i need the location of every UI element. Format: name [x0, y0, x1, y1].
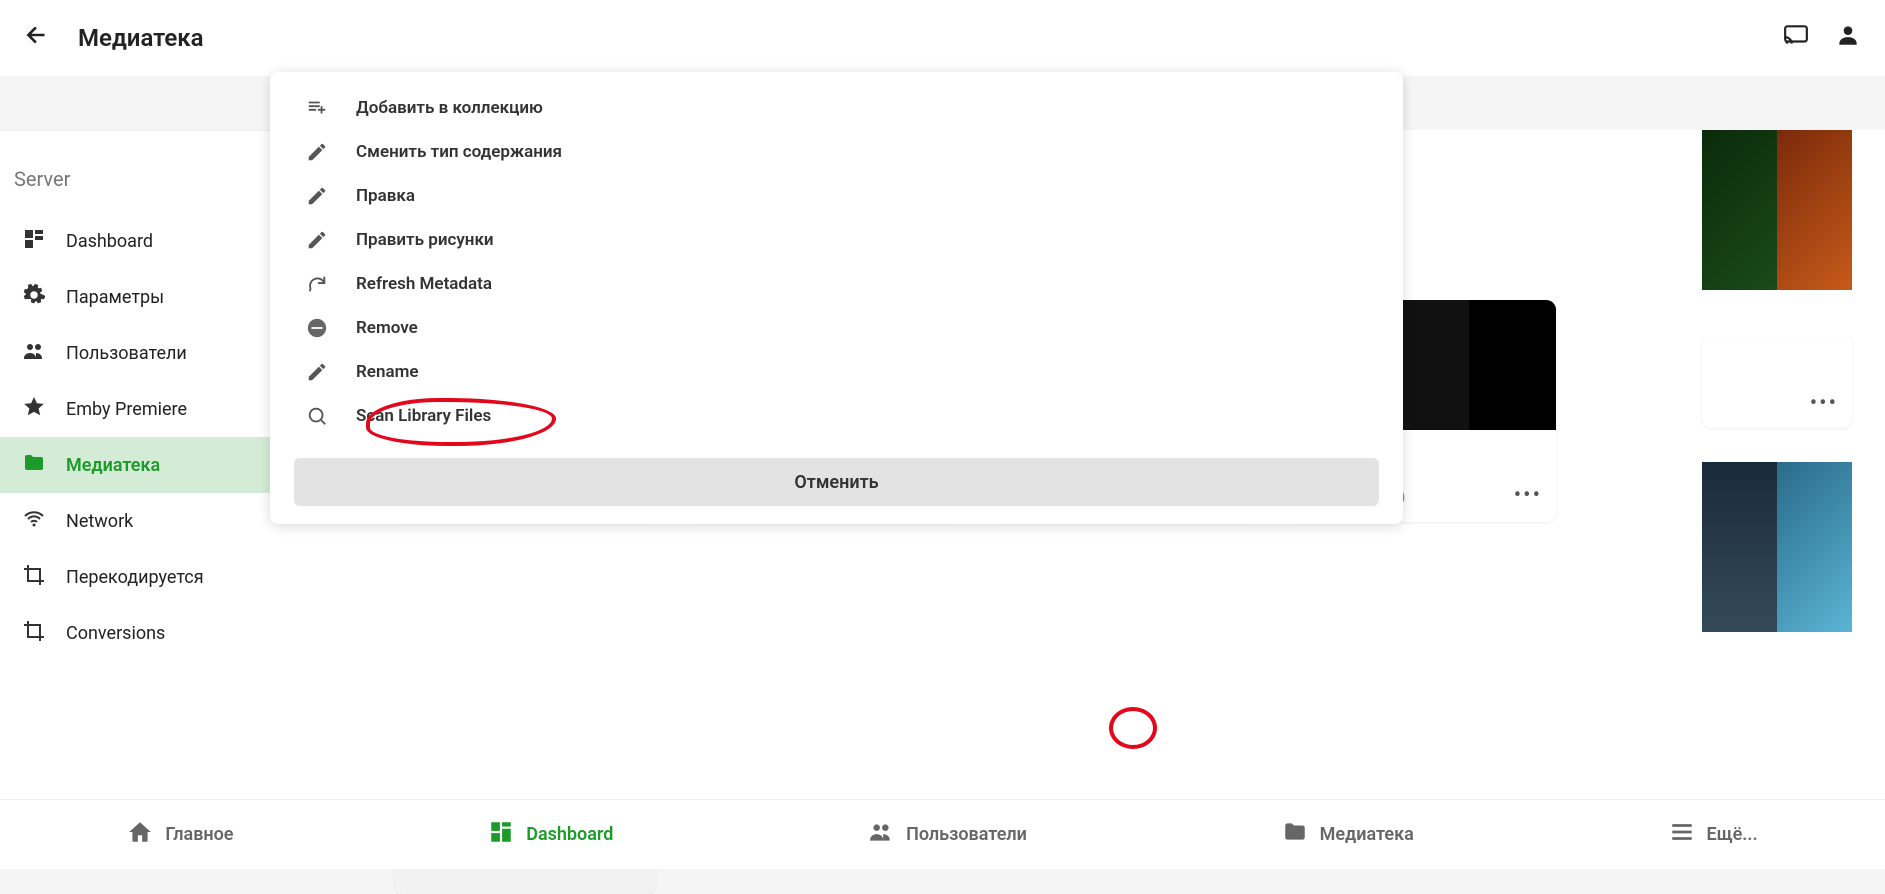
search-icon: [306, 405, 328, 427]
bottom-nav: Главное Dashboard Пользователи Медиатека…: [0, 799, 1885, 869]
sidebar-item-settings[interactable]: Параметры: [0, 269, 270, 325]
crop-icon: [22, 619, 46, 648]
bottomnav-label: Медиатека: [1320, 824, 1414, 845]
bottomnav-label: Главное: [165, 824, 233, 845]
pencil-icon: [306, 141, 328, 163]
more-icon[interactable]: •••: [1514, 483, 1542, 508]
people-icon: [22, 339, 46, 368]
sidebar-item-label: Dashboard: [66, 231, 153, 252]
menu-item-edit-images[interactable]: Править рисунки: [270, 218, 1403, 262]
sidebar-item-label: Медиатека: [66, 455, 160, 476]
sidebar-item-conversions[interactable]: Conversions: [0, 605, 270, 661]
page-title: Медиатека: [78, 24, 1757, 52]
menu-item-refresh[interactable]: Refresh Metadata: [270, 262, 1403, 306]
menu-item-label: Refresh Metadata: [356, 274, 492, 294]
menu-item-label: Remove: [356, 318, 418, 338]
menu-item-label: Scan Library Files: [356, 406, 491, 426]
menu-item-edit[interactable]: Правка: [270, 174, 1403, 218]
cancel-button[interactable]: Отменить: [294, 458, 1379, 506]
bottomnav-dashboard[interactable]: Dashboard: [488, 819, 613, 851]
sidebar: Server Dashboard Параметры Пользователи …: [0, 130, 270, 799]
sidebar-item-premiere[interactable]: Emby Premiere: [0, 381, 270, 437]
poster-strip-partial: [1702, 130, 1852, 290]
back-icon[interactable]: [24, 22, 50, 55]
menu-icon: [1669, 819, 1695, 851]
refresh-icon: [306, 273, 328, 295]
sidebar-item-dashboard[interactable]: Dashboard: [0, 213, 270, 269]
menu-item-add-collection[interactable]: Добавить в коллекцию: [270, 86, 1403, 130]
user-icon[interactable]: [1835, 22, 1861, 55]
menu-item-scan[interactable]: Scan Library Files: [270, 394, 1403, 438]
bottomnav-label: Пользователи: [906, 824, 1027, 845]
bottomnav-media[interactable]: Медиатека: [1282, 819, 1414, 851]
dashboard-icon: [488, 819, 514, 851]
sidebar-item-label: Параметры: [66, 287, 164, 308]
menu-item-change-type[interactable]: Сменить тип содержания: [270, 130, 1403, 174]
menu-item-rename[interactable]: Rename: [270, 350, 1403, 394]
context-menu: Добавить в коллекцию Сменить тип содержа…: [270, 72, 1403, 524]
bottomnav-more[interactable]: Ещё...: [1669, 819, 1758, 851]
playlist-add-icon: [306, 97, 328, 119]
gear-icon: [22, 283, 46, 312]
sidebar-item-label: Emby Premiere: [66, 399, 187, 420]
header: Медиатека: [0, 0, 1885, 76]
sidebar-item-label: Перекодируется: [66, 567, 204, 588]
sidebar-item-users[interactable]: Пользователи: [0, 325, 270, 381]
menu-item-remove[interactable]: Remove: [270, 306, 1403, 350]
sidebar-item-network[interactable]: Network: [0, 493, 270, 549]
remove-circle-icon: [306, 317, 328, 339]
sidebar-item-label: Network: [66, 511, 133, 532]
bottomnav-label: Ещё...: [1707, 824, 1758, 845]
sidebar-section-label: Server: [0, 159, 270, 213]
home-icon: [127, 819, 153, 851]
people-icon: [868, 819, 894, 851]
bottomnav-label: Dashboard: [526, 824, 613, 845]
pencil-icon: [306, 361, 328, 383]
menu-item-label: Править рисунки: [356, 230, 494, 250]
cast-icon[interactable]: [1783, 22, 1809, 55]
sidebar-item-label: Conversions: [66, 623, 165, 644]
star-icon: [22, 395, 46, 424]
menu-item-label: Добавить в коллекцию: [356, 98, 543, 118]
folder-icon: [1282, 819, 1308, 851]
folder-icon: [22, 451, 46, 480]
dashboard-icon: [22, 227, 46, 256]
bottomnav-users[interactable]: Пользователи: [868, 819, 1027, 851]
menu-item-label: Правка: [356, 186, 415, 206]
pencil-icon: [306, 229, 328, 251]
menu-item-label: Сменить тип содержания: [356, 142, 562, 162]
bottomnav-home[interactable]: Главное: [127, 819, 233, 851]
pencil-icon: [306, 185, 328, 207]
menu-item-label: Rename: [356, 362, 419, 382]
crop-icon: [22, 563, 46, 592]
wifi-icon: [22, 507, 46, 536]
sidebar-item-label: Пользователи: [66, 343, 187, 364]
sidebar-item-transcode[interactable]: Перекодируется: [0, 549, 270, 605]
sidebar-item-media[interactable]: Медиатека: [0, 437, 270, 493]
